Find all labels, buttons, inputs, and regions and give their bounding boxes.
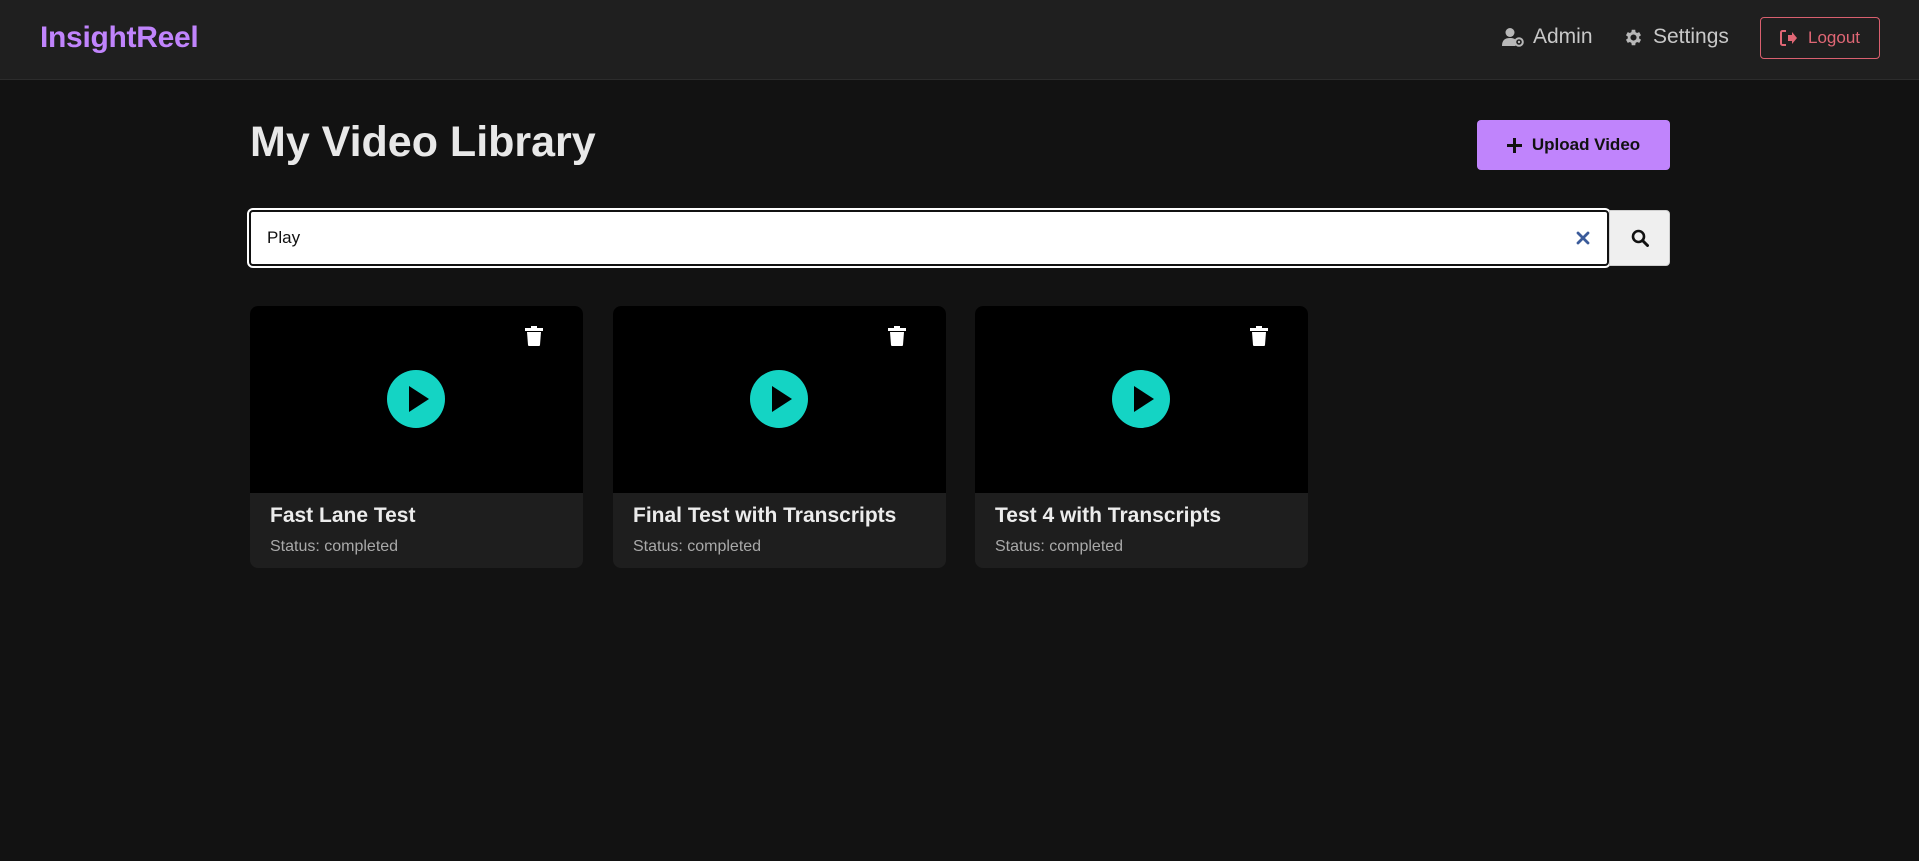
trash-icon[interactable] [525,326,543,346]
video-status: Status: completed [633,538,762,555]
brand-logo[interactable]: InsightReel [40,21,199,55]
trash-icon[interactable] [888,326,906,346]
settings-nav-label: Settings [1653,25,1729,48]
play-icon[interactable] [750,370,808,428]
top-navbar: InsightReel Admin Settings Logout [0,0,1919,80]
video-thumbnail[interactable] [250,306,583,493]
video-status: Status: completed [995,538,1124,555]
close-icon[interactable] [1574,229,1592,247]
search-input[interactable] [267,212,1547,264]
video-title: Test 4 with Transcripts [995,504,1222,527]
search-bar [247,208,1611,268]
admin-nav-label: Admin [1533,25,1593,48]
search-icon [1631,229,1649,247]
play-icon[interactable] [1112,370,1170,428]
user-cog-icon [1502,28,1524,47]
upload-video-label: Upload Video [1531,135,1641,154]
video-title: Fast Lane Test [270,504,416,527]
video-card[interactable]: Fast Lane Test Status: completed [250,306,583,568]
logout-button[interactable]: Logout [1760,17,1880,59]
video-thumbnail[interactable] [975,306,1308,493]
sign-out-icon [1780,30,1797,46]
logout-label: Logout [1808,28,1860,47]
search-button[interactable] [1609,210,1670,266]
gear-icon [1625,29,1642,45]
page-title: My Video Library [250,118,596,166]
video-status: Status: completed [270,538,399,555]
settings-nav-link[interactable]: Settings [1623,25,1729,49]
upload-video-button[interactable]: Upload Video [1477,120,1670,170]
trash-icon[interactable] [1250,326,1268,346]
video-card[interactable]: Final Test with Transcripts Status: comp… [613,306,946,568]
plus-icon [1506,137,1522,153]
video-card[interactable]: Test 4 with Transcripts Status: complete… [975,306,1308,568]
video-title: Final Test with Transcripts [633,504,897,527]
play-icon[interactable] [387,370,445,428]
video-thumbnail[interactable] [613,306,946,493]
admin-nav-link[interactable]: Admin [1502,25,1593,49]
